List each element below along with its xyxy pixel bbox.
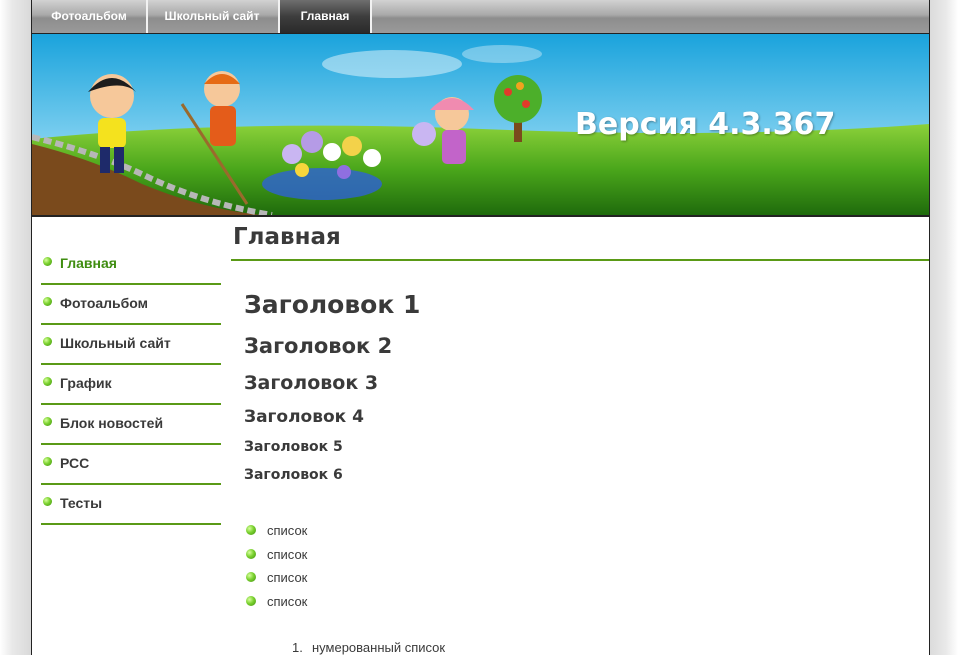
sidebar-item-label: Фотоальбом [60, 295, 149, 311]
sidebar-menu: Главная Фотоальбом Школьный сайт График … [41, 245, 221, 525]
bullet-icon [43, 457, 52, 466]
heading-3: Заголовок 3 [244, 372, 379, 394]
sidebar-item-label: Тесты [60, 495, 103, 511]
bullet-icon [246, 572, 256, 582]
numbered-list-item: нумерованный список [312, 640, 446, 655]
numbered-list: 1. нумерованный список [292, 640, 445, 655]
bullet-icon [43, 497, 52, 506]
top-navigation: Фотоальбом Школьный сайт Главная [32, 0, 929, 33]
page-title: Главная [233, 224, 341, 250]
heading-6: Заголовок 6 [244, 467, 343, 483]
sidebar-item-home[interactable]: Главная [41, 245, 221, 285]
sidebar-item-photoalbum[interactable]: Фотоальбом [41, 285, 221, 325]
list-number: 1. [292, 640, 303, 655]
sidebar-item-label: РСС [60, 455, 90, 471]
bullet-icon [43, 257, 52, 266]
tab-photoalbum[interactable]: Фотоальбом [32, 0, 148, 33]
heading-1: Заголовок 1 [244, 290, 421, 319]
sidebar-item-label: Школьный сайт [60, 335, 171, 351]
header-banner: Версия 4.3.367 [32, 33, 929, 217]
page-container: Фотоальбом Школьный сайт Главная Версия … [31, 0, 930, 655]
sidebar-item-school-site[interactable]: Школьный сайт [41, 325, 221, 365]
list-item-text: список [267, 523, 308, 538]
bullet-icon [246, 525, 256, 535]
list-item-text: список [267, 593, 308, 609]
list-item-text: список [267, 570, 308, 585]
bullet-icon [43, 337, 52, 346]
sidebar-item-label: График [60, 375, 112, 391]
tab-home[interactable]: Главная [280, 0, 372, 33]
sidebar-item-label: Главная [60, 255, 117, 271]
bullet-icon [246, 595, 256, 606]
sidebar-item-news-block[interactable]: Блок новостей [41, 405, 221, 445]
bullet-icon [43, 377, 52, 386]
heading-5: Заголовок 5 [244, 439, 343, 455]
bullet-icon [43, 297, 52, 306]
version-label: Версия 4.3.367 [575, 107, 836, 142]
bullet-icon [246, 548, 256, 559]
sidebar-item-tests[interactable]: Тесты [41, 485, 221, 525]
title-divider [231, 259, 929, 261]
sidebar-item-label: Блок новостей [60, 415, 164, 431]
sidebar-item-schedule[interactable]: График [41, 365, 221, 405]
tab-school-site[interactable]: Школьный сайт [146, 0, 280, 33]
sidebar-item-rss[interactable]: РСС [41, 445, 221, 485]
list-item-text: список [267, 546, 308, 562]
heading-4: Заголовок 4 [244, 407, 364, 427]
heading-2: Заголовок 2 [244, 334, 393, 358]
bullet-icon [43, 417, 52, 426]
